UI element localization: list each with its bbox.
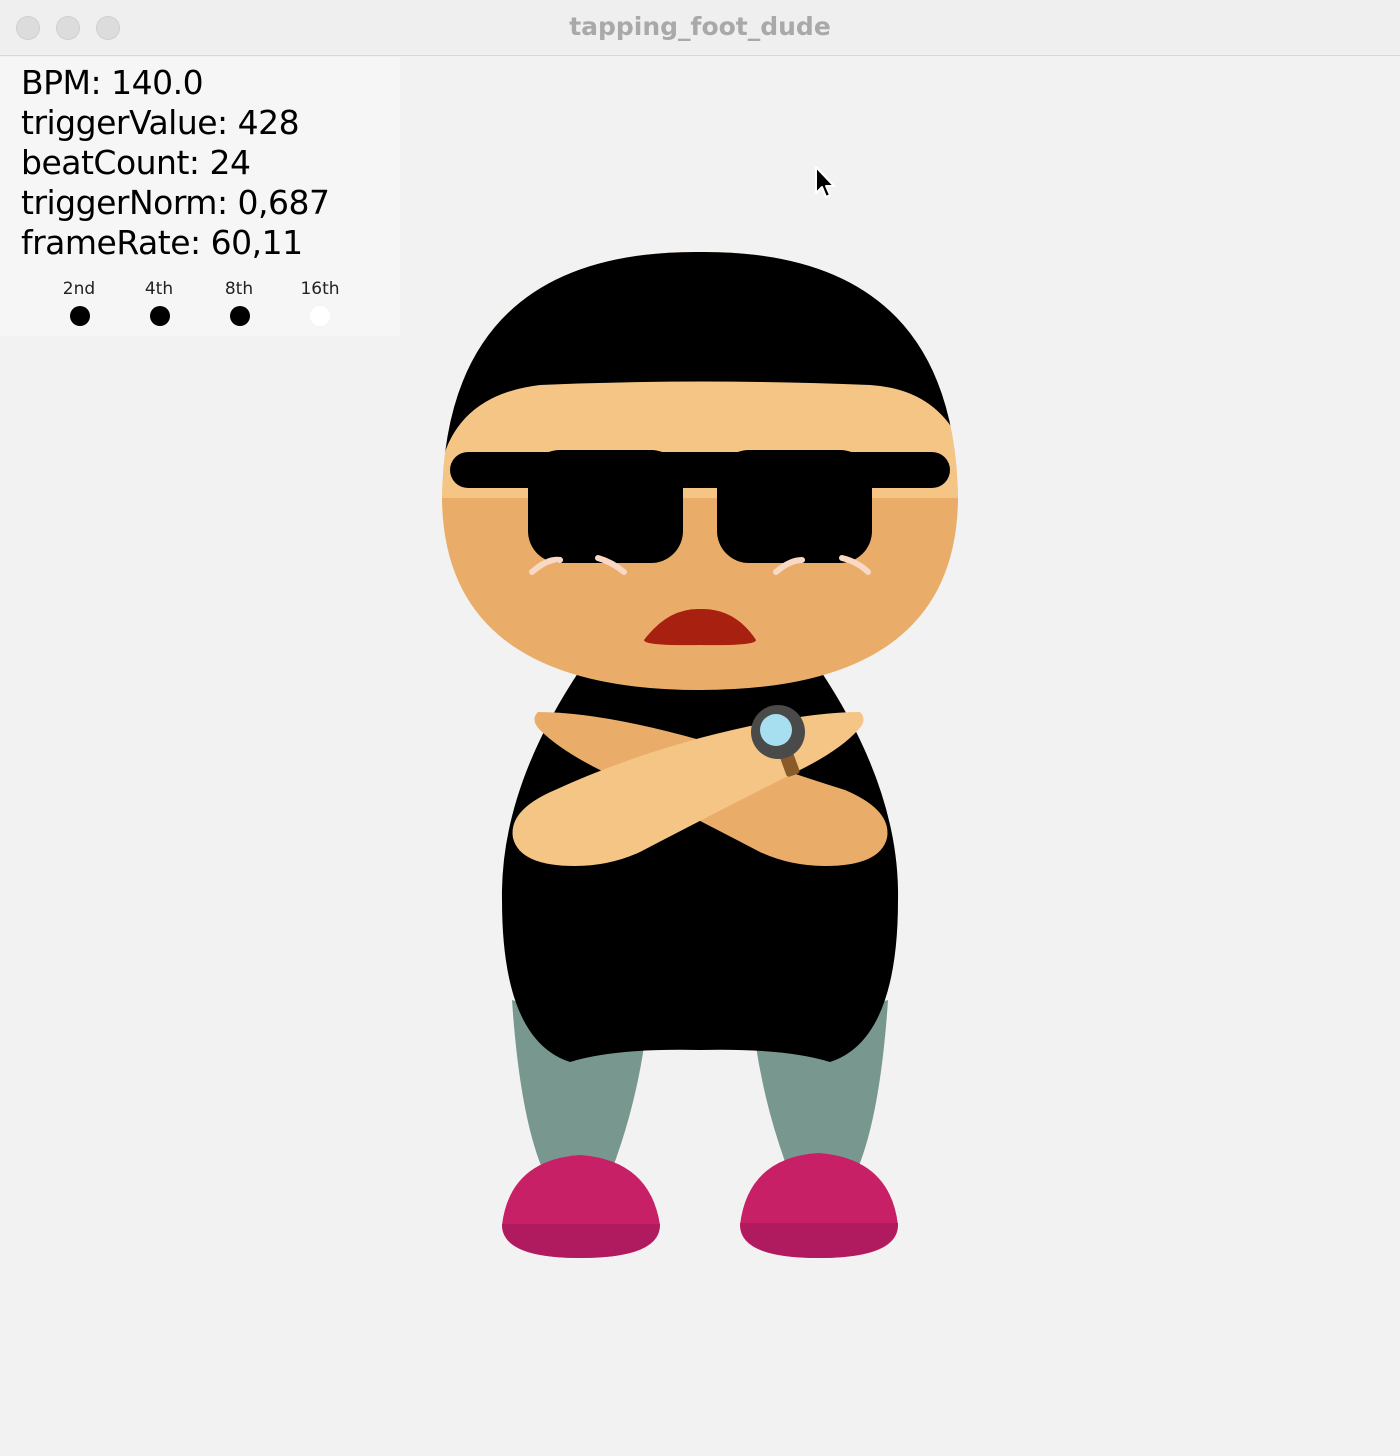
beat-label-4th: 4th: [144, 279, 174, 299]
beat-label-8th: 8th: [224, 279, 254, 299]
title-bar: tapping_foot_dude: [0, 0, 1400, 56]
right-shoe-sole: [740, 1223, 898, 1258]
sunglasses-band: [450, 452, 950, 488]
sunglasses-right-lens: [717, 450, 872, 563]
sunglasses-left-lens: [528, 450, 683, 563]
trigger-value-readout: triggerValue: 428: [21, 103, 300, 142]
beat-count-readout: beatCount: 24: [21, 143, 251, 182]
beat-indicator-8th: [230, 306, 250, 326]
watch-face: [760, 714, 792, 746]
app-window: tapping_foot_dude BPM: 140.0 triggerValu…: [0, 0, 1400, 1456]
beat-label-2nd: 2nd: [62, 279, 96, 299]
beat-indicator-2nd: [70, 306, 90, 326]
frame-rate-readout: frameRate: 60,11: [21, 223, 303, 262]
bpm-readout: BPM: 140.0: [21, 63, 204, 102]
beat-indicator-16th: [310, 306, 330, 326]
left-shoe-sole: [502, 1224, 660, 1258]
beat-indicator-4th: [150, 306, 170, 326]
trigger-norm-readout: triggerNorm: 0,687: [21, 183, 330, 222]
beat-label-16th: 16th: [300, 279, 340, 299]
arrow-cursor-icon: [815, 166, 835, 198]
window-title: tapping_foot_dude: [569, 12, 831, 41]
